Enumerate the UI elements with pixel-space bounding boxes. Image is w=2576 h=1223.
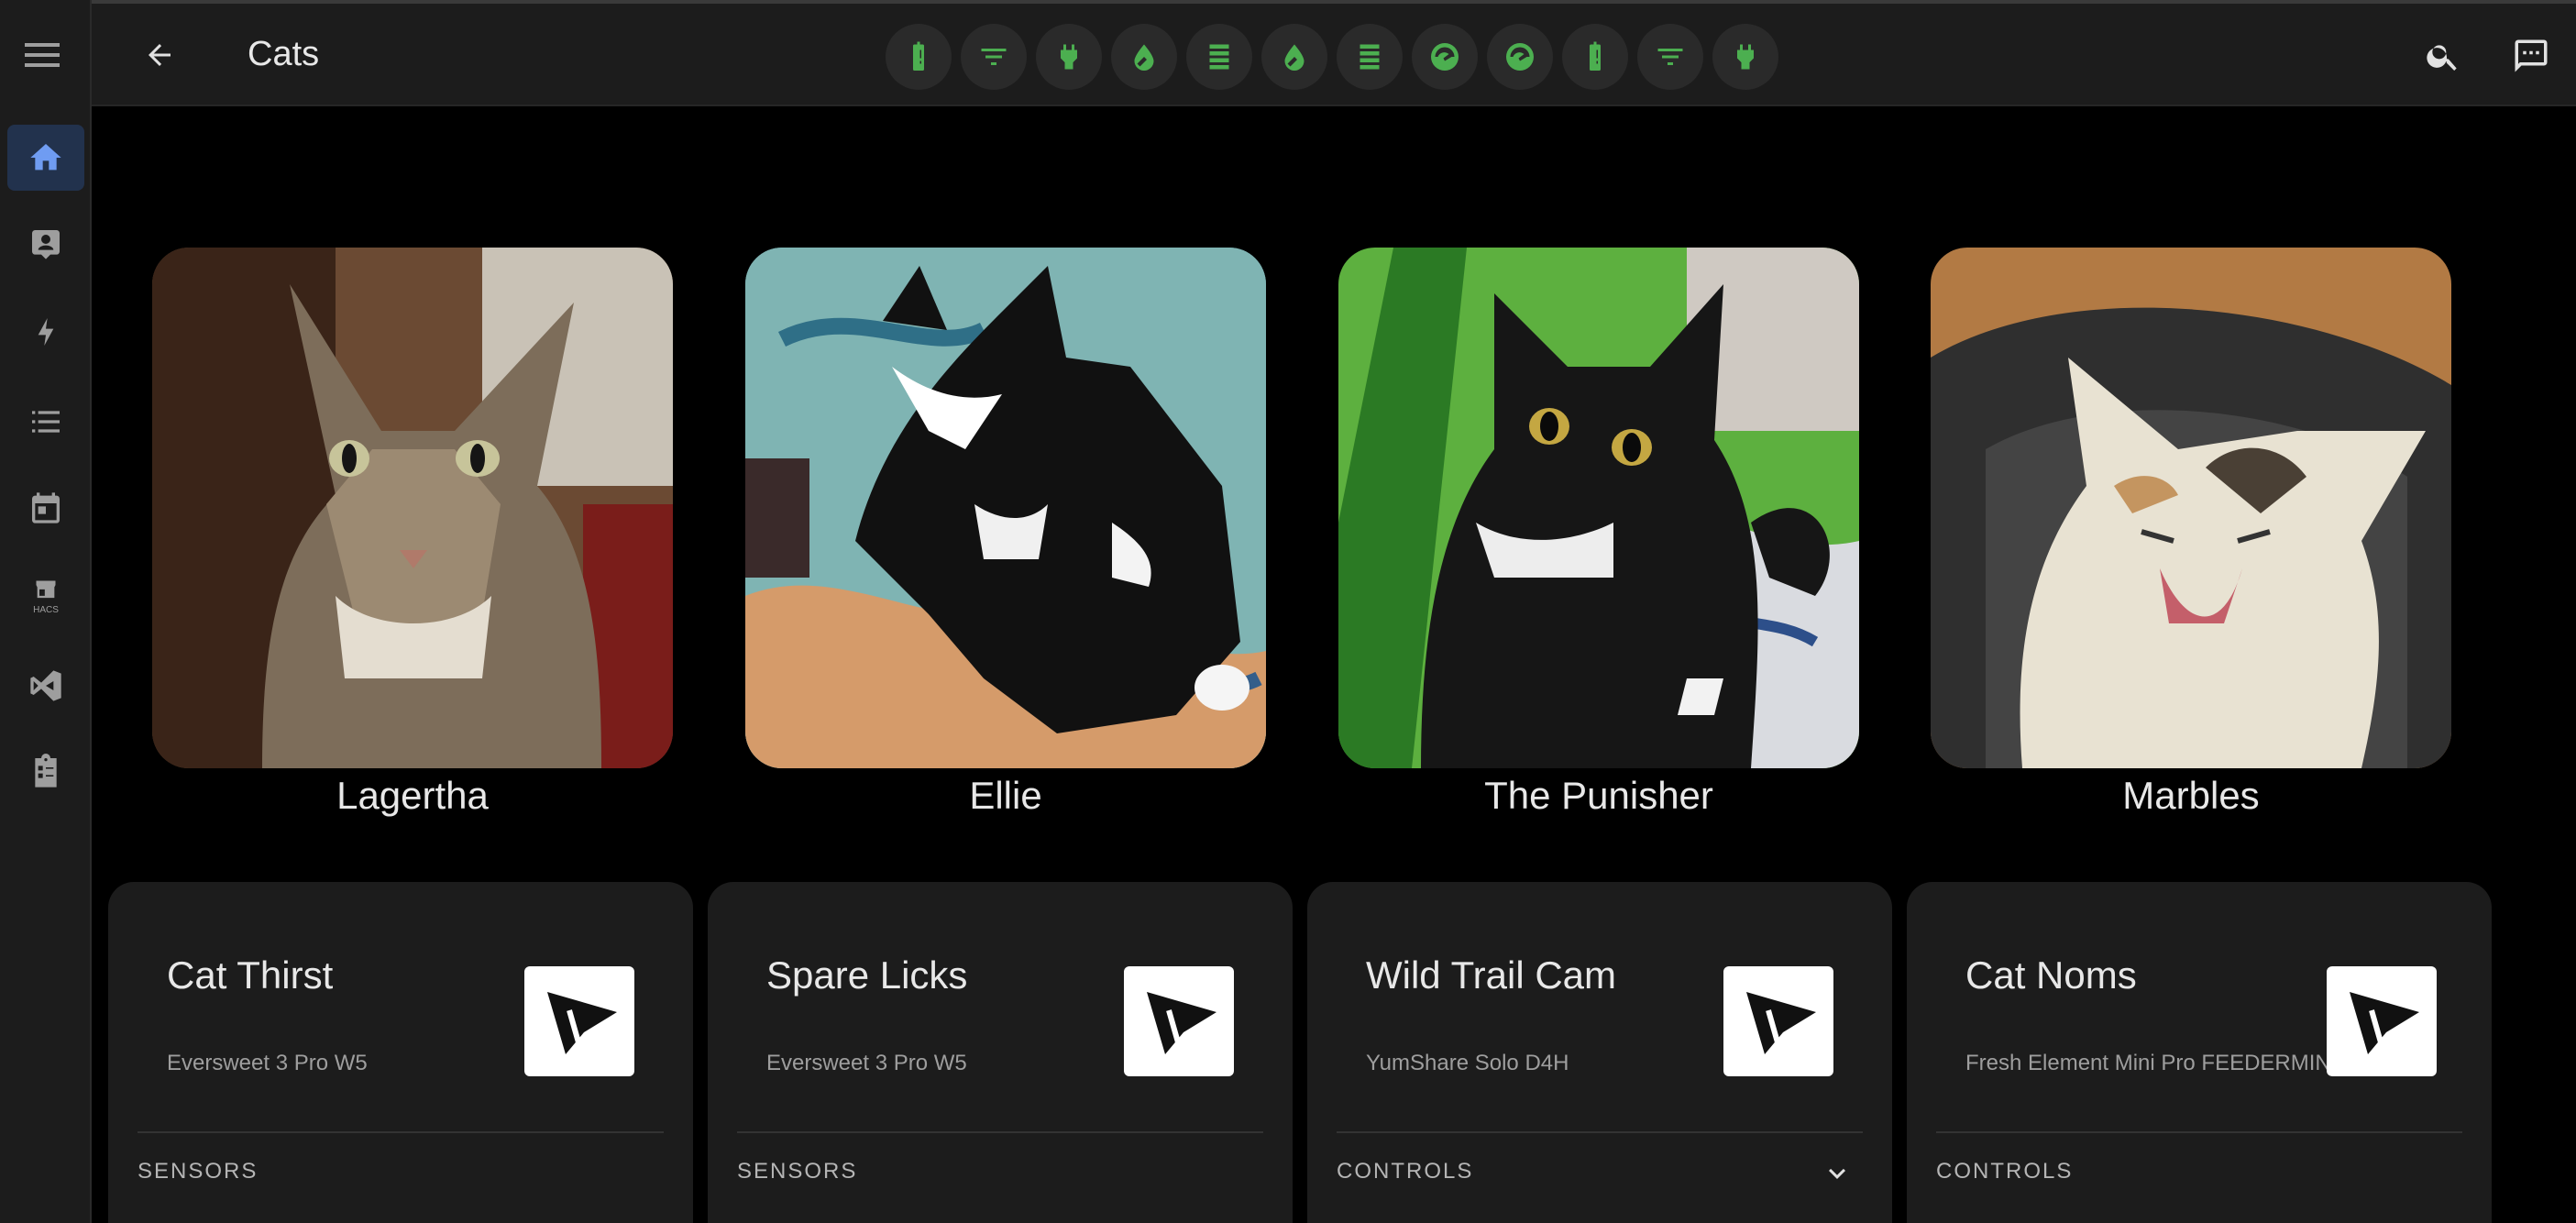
divider: [1936, 1131, 2462, 1133]
cat-name: Ellie: [969, 774, 1042, 817]
sidebar-item-home[interactable]: [7, 125, 84, 191]
card-subtitle: YumShare Solo D4H: [1366, 1051, 1569, 1075]
battery-alert-icon: [1590, 41, 1601, 71]
sidebar-item-vscode[interactable]: [7, 653, 84, 719]
clipboard-icon: [35, 754, 57, 788]
list-icon: [32, 411, 60, 433]
section-header: CONTROLS: [1936, 1159, 2074, 1184]
device-card-cat-thirst: Cat Thirst Eversweet 3 Pro W5 SENSORS: [108, 882, 693, 1223]
sidebar-item-clipboard[interactable]: [7, 739, 84, 805]
cat-photo: [745, 248, 1266, 768]
petlibro-logo-icon: [524, 966, 634, 1076]
cat-name: The Punisher: [1484, 774, 1713, 817]
sidebar: HACS: [0, 0, 92, 1223]
water-icon: [1134, 44, 1154, 71]
search-icon[interactable]: [2420, 33, 2466, 79]
cat-tile-the-punisher[interactable]: The Punisher: [1338, 248, 1859, 818]
chevron-down-icon[interactable]: [1821, 1157, 1854, 1190]
card-title: Cat Noms: [1965, 953, 2137, 997]
power-plug-badge[interactable]: [1036, 24, 1102, 90]
top-app-bar: Cats: [92, 0, 2576, 106]
battery-alert-icon: [913, 41, 924, 71]
filter-layers-badge-2[interactable]: [1337, 24, 1403, 90]
menu-icon[interactable]: [20, 37, 64, 73]
hacs-label: HACS: [33, 604, 59, 615]
card-subtitle: Eversweet 3 Pro W5: [766, 1051, 967, 1075]
back-arrow-icon[interactable]: [138, 33, 182, 77]
filter-layers-icon: [1209, 44, 1229, 70]
vscode-icon: [30, 670, 61, 701]
filter-badge-2[interactable]: [1637, 24, 1703, 90]
card-subtitle: Fresh Element Mini Pro FEEDERMINI: [1965, 1051, 2338, 1075]
gauge-badge-2[interactable]: [1487, 24, 1553, 90]
sidebar-item-account-box[interactable]: [7, 211, 84, 277]
divider: [737, 1131, 1263, 1133]
device-card-cat-noms: Cat Noms Fresh Element Mini Pro FEEDERMI…: [1907, 882, 2492, 1223]
petlibro-logo-icon: [1723, 966, 1833, 1076]
gauge-icon: [1506, 43, 1534, 71]
device-card-wild-trail-cam: Wild Trail Cam YumShare Solo D4H CONTROL…: [1307, 882, 1892, 1223]
petlibro-logo-icon: [1124, 966, 1234, 1076]
sidebar-item-todo[interactable]: [7, 389, 84, 455]
account-box-icon: [32, 230, 60, 259]
battery-alert-badge-2[interactable]: [1562, 24, 1628, 90]
gauge-icon: [1431, 43, 1459, 71]
section-header: CONTROLS: [1337, 1159, 1474, 1184]
page-title: Cats: [248, 35, 320, 73]
cat-photo: [152, 248, 673, 768]
gauge-badge[interactable]: [1412, 24, 1478, 90]
power-plug-icon: [1061, 44, 1077, 70]
assist-chat-icon[interactable]: [2508, 33, 2554, 79]
water-badge[interactable]: [1111, 24, 1177, 90]
card-title: Spare Licks: [766, 953, 968, 997]
divider: [138, 1131, 664, 1133]
card-title: Cat Thirst: [167, 953, 334, 997]
card-title: Wild Trail Cam: [1366, 953, 1617, 997]
home-icon: [30, 144, 61, 171]
filter-badge[interactable]: [961, 24, 1027, 90]
power-plug-icon: [1737, 44, 1754, 70]
cat-photo: [1338, 248, 1859, 768]
cat-name: Lagertha: [336, 774, 489, 817]
sidebar-item-calendar[interactable]: [7, 475, 84, 541]
water-icon: [1284, 44, 1305, 71]
device-card-spare-licks: Spare Licks Eversweet 3 Pro W5 SENSORS: [708, 882, 1293, 1223]
cat-tile-lagertha[interactable]: Lagertha: [152, 248, 673, 818]
cat-tile-ellie[interactable]: Ellie: [745, 248, 1266, 818]
petlibro-logo-icon: [2327, 966, 2437, 1076]
section-header: SENSORS: [138, 1159, 259, 1184]
cat-name: Marbles: [2122, 774, 2260, 817]
entity-badges: [886, 24, 1778, 90]
calendar-icon: [32, 492, 60, 523]
sidebar-item-hacs[interactable]: HACS: [7, 563, 84, 629]
section-header: SENSORS: [737, 1159, 858, 1184]
cat-tile-marbles[interactable]: Marbles: [1931, 248, 2451, 818]
water-badge-2[interactable]: [1261, 24, 1327, 90]
card-subtitle: Eversweet 3 Pro W5: [167, 1051, 368, 1075]
filter-layers-icon: [1360, 44, 1380, 70]
cat-photo: [1931, 248, 2451, 768]
filter-layers-badge[interactable]: [1186, 24, 1252, 90]
lightning-icon: [38, 318, 54, 346]
store-icon: [36, 580, 56, 598]
filter-icon: [1657, 49, 1683, 65]
battery-alert-badge[interactable]: [886, 24, 952, 90]
sidebar-item-energy[interactable]: [7, 299, 84, 365]
divider: [1337, 1131, 1863, 1133]
power-plug-badge-2[interactable]: [1712, 24, 1778, 90]
filter-icon: [981, 49, 1007, 65]
